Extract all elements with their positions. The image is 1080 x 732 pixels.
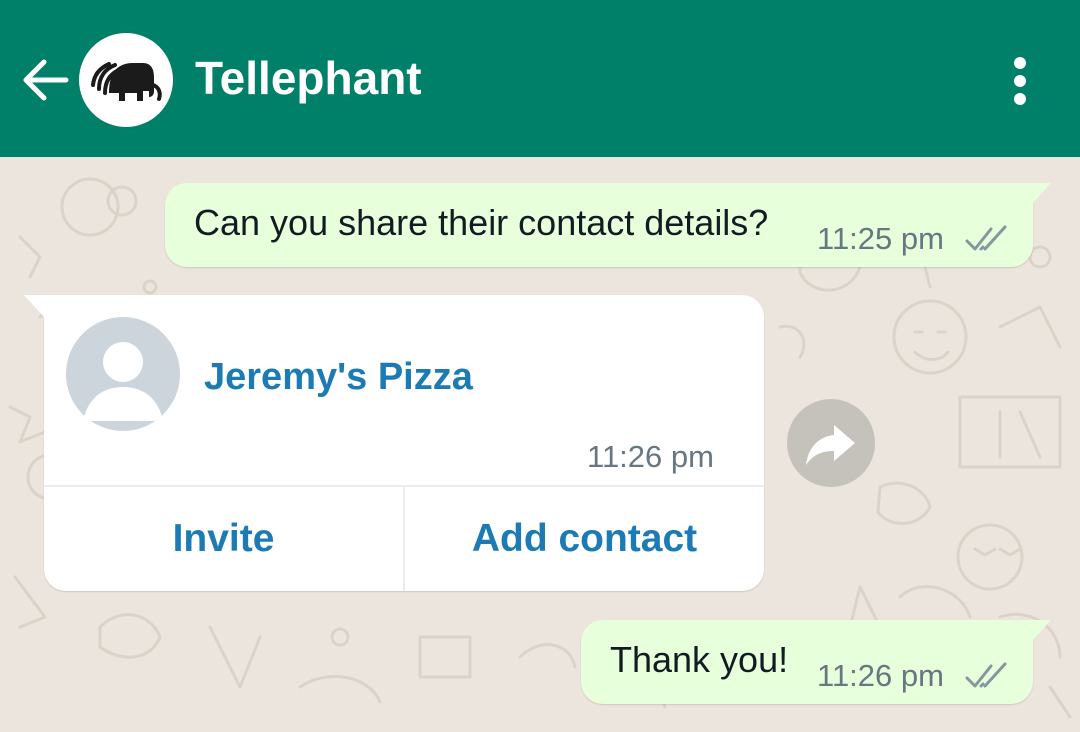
invite-button[interactable]: Invite xyxy=(44,487,403,591)
message-bubble-outgoing[interactable]: Thank you! 11:26 pm xyxy=(581,620,1051,704)
message-time: 11:25 pm xyxy=(817,221,944,256)
chat-title[interactable]: Tellephant xyxy=(195,50,422,106)
contact-card-message[interactable]: Jeremy's Pizza 11:26 pm Invite Add conta… xyxy=(24,295,764,591)
message-time: 11:26 pm xyxy=(817,658,944,693)
message-text: Can you share their contact details? xyxy=(194,202,769,243)
bubble-tail xyxy=(24,295,44,317)
forward-arrow-icon xyxy=(806,425,855,465)
default-person-icon xyxy=(83,342,163,421)
elephant-logo-icon xyxy=(91,62,162,101)
contact-avatar[interactable] xyxy=(66,317,180,431)
contact-name[interactable]: Jeremy's Pizza xyxy=(204,355,473,399)
back-button[interactable] xyxy=(18,52,70,108)
arrow-left-icon xyxy=(23,59,69,101)
chat-avatar[interactable] xyxy=(79,33,173,127)
bubble-tail xyxy=(1033,620,1051,640)
add-contact-button[interactable]: Add contact xyxy=(405,487,764,591)
more-vertical-icon xyxy=(1014,57,1026,105)
message-time: 11:26 pm xyxy=(587,439,714,474)
message-bubble-outgoing[interactable]: Can you share their contact details? 11:… xyxy=(165,183,1051,267)
double-check-icon xyxy=(965,662,1007,688)
chat-header: Tellephant xyxy=(0,0,1080,157)
forward-button[interactable] xyxy=(787,399,875,487)
chat-area[interactable]: Can you share their contact details? 11:… xyxy=(0,157,1080,732)
double-check-icon xyxy=(965,225,1007,251)
bubble-tail xyxy=(1033,183,1051,203)
message-text: Thank you! xyxy=(610,639,789,680)
menu-button[interactable] xyxy=(1000,55,1040,107)
